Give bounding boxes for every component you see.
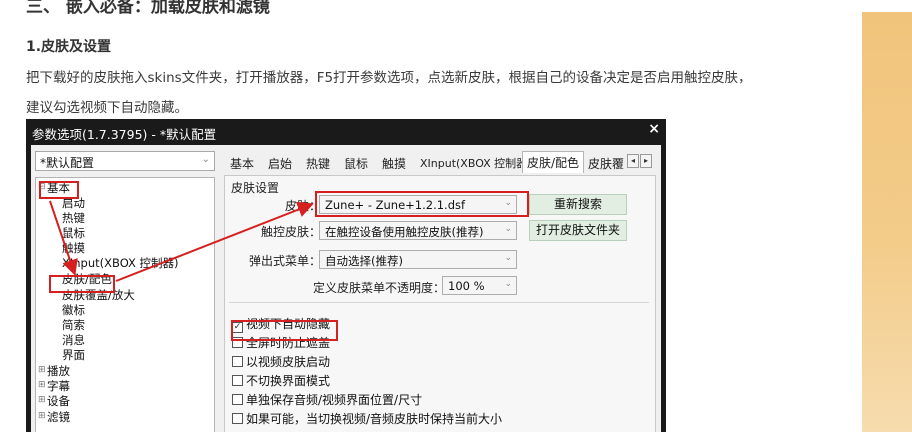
paragraph-line-1: 把下载好的皮肤拖入skins文件夹，打开播放器，F5打开参数选项，点选新皮肤，根… bbox=[26, 70, 752, 86]
arrow-skin-color-to-skin-select bbox=[115, 201, 314, 282]
section-heading: 三、 嵌入必备：加载皮肤和滤镜 bbox=[26, 0, 270, 17]
side-decoration bbox=[862, 12, 912, 432]
annotation-arrows bbox=[49, 200, 314, 282]
arrow-basic-to-skin-color bbox=[49, 200, 78, 276]
settings-screenshot: 参数选项(1.7.3795) - *默认配置 × *默认配置 ⌄ ⊟ 基本 启动… bbox=[26, 119, 666, 432]
sub-heading: 1.皮肤及设置 bbox=[26, 39, 112, 55]
paragraph-line-2: 建议勾选视频下自动隐藏。 bbox=[26, 100, 188, 116]
